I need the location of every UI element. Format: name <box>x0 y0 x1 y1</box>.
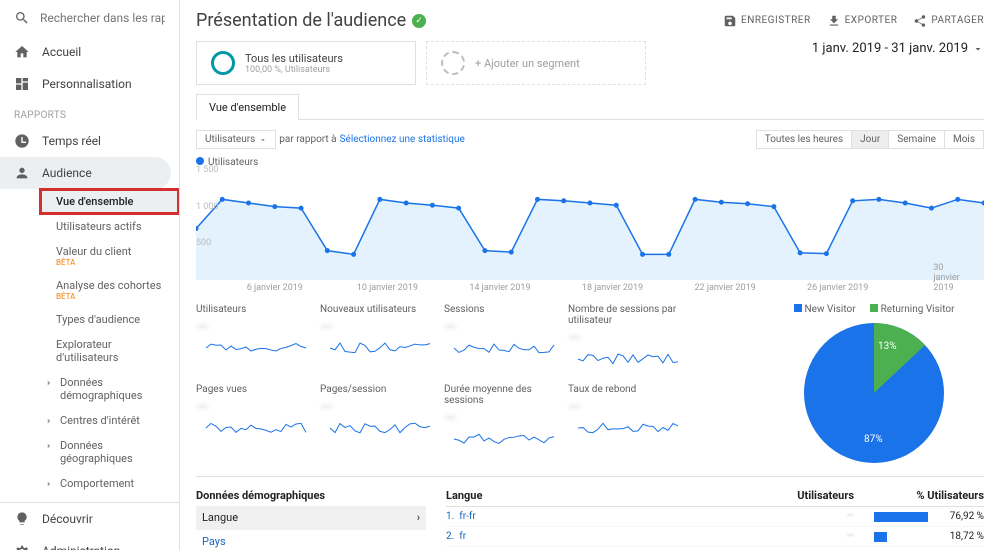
nav-home[interactable]: Accueil <box>0 36 179 68</box>
chart-controls: Utilisateurs par rapport à Sélectionnez … <box>196 130 984 149</box>
download-icon <box>827 14 841 28</box>
pie-chart: 13%87% <box>804 323 944 463</box>
gran-day[interactable]: Jour <box>851 131 888 148</box>
metric-avg_duration: Durée moyenne des sessions— <box>444 384 564 450</box>
metric-new_users: Nouveaux utilisateurs— <box>320 304 440 359</box>
segment-row: Tous les utilisateurs100,00 %, Utilisate… <box>196 41 984 85</box>
reports-caption: RAPPORTS <box>0 100 179 125</box>
demo-dimension-list: Données démographiques Langue› Pays Vill… <box>196 485 426 550</box>
legend-dot-icon <box>196 157 204 165</box>
nav-audience[interactable]: Audience <box>0 157 171 189</box>
save-icon <box>723 14 737 28</box>
compared-label: par rapport à <box>279 134 336 145</box>
segment-sub: 100,00 %, Utilisateurs <box>245 65 343 75</box>
share-button[interactable]: PARTAGER <box>913 14 984 28</box>
segment-all-users[interactable]: Tous les utilisateurs100,00 %, Utilisate… <box>196 41 416 85</box>
metric-sess_per_user: Nombre de sessions par utilisateur— <box>568 304 688 370</box>
metric-pageviews: Pages vues— <box>196 384 316 439</box>
dashboard-icon <box>14 76 30 92</box>
metric-users: Utilisateurs— <box>196 304 316 359</box>
nav-realtime[interactable]: Temps réel <box>0 125 179 157</box>
nav-realtime-label: Temps réel <box>42 134 101 148</box>
page-title: Présentation de l'audience ✓ <box>196 10 426 31</box>
caret-right-icon <box>44 378 54 388</box>
nav-audience-label: Audience <box>42 166 92 180</box>
search-icon <box>14 10 30 26</box>
metric-selector[interactable]: Utilisateurs <box>196 130 276 149</box>
sub-audience-types[interactable]: Types d'audience <box>40 307 179 332</box>
audience-sublist: Vue d'ensemble Utilisateurs actifs Valeu… <box>0 189 179 496</box>
nav-discover-label: Découvrir <box>42 512 93 526</box>
sub-interests[interactable]: Centres d'intérêt <box>40 408 179 433</box>
demographics-section: Données démographiques Langue› Pays Vill… <box>196 476 984 550</box>
metrics-row: Utilisateurs—Nouveaux utilisateurs—Sessi… <box>196 304 984 464</box>
select-stat-link[interactable]: Sélectionnez une statistique <box>340 134 465 145</box>
sub-demographics[interactable]: Données démographiques <box>40 370 179 408</box>
language-table: Langue Utilisateurs % Utilisateurs 1. fr… <box>446 485 984 550</box>
nav-admin-label: Administration <box>42 544 120 550</box>
caret-right-icon <box>44 479 54 489</box>
gran-month[interactable]: Mois <box>944 131 983 148</box>
sub-active-users[interactable]: Utilisateurs actifs <box>40 214 179 239</box>
caret-right-icon <box>44 416 54 426</box>
nav-custom[interactable]: Personnalisation <box>0 68 179 100</box>
save-button[interactable]: ENREGISTRER <box>723 14 811 28</box>
search-row <box>0 0 179 36</box>
sub-geo[interactable]: Données géographiques <box>40 433 179 471</box>
legend-square-icon <box>870 304 878 312</box>
table-header: Langue Utilisateurs % Utilisateurs <box>446 485 984 507</box>
person-icon <box>14 165 30 181</box>
segment-circle-icon <box>211 51 235 75</box>
sub-user-explorer[interactable]: Explorateur d'utilisateurs <box>40 332 179 370</box>
export-button[interactable]: EXPORTER <box>827 14 898 28</box>
nav-discover[interactable]: Découvrir <box>0 503 179 535</box>
caret-right-icon <box>44 441 54 451</box>
bottom-nav: Découvrir Administration <box>0 502 179 550</box>
sub-ltv[interactable]: Valeur du clientBÊTA <box>40 239 179 273</box>
sub-cohorts[interactable]: Analyse des cohortesBÊTA <box>40 273 179 307</box>
granularity-toggle: Toutes les heures Jour Semaine Mois <box>756 130 984 149</box>
sub-behavior[interactable]: Comportement <box>40 471 179 496</box>
table-row: 2. fr—18,72 % <box>446 527 984 547</box>
metric-sessions: Sessions— <box>444 304 564 359</box>
demo-row-langue[interactable]: Langue› <box>196 506 426 530</box>
chart-legend: Utilisateurs <box>196 157 984 168</box>
sidebar: Accueil Personnalisation RAPPORTS Temps … <box>0 0 180 550</box>
pie-column: New Visitor Returning Visitor 13%87% <box>764 304 984 464</box>
home-icon <box>14 44 30 60</box>
pie-legend: New Visitor Returning Visitor <box>764 304 984 315</box>
gran-hour[interactable]: Toutes les heures <box>757 131 851 148</box>
demo-title: Données démographiques <box>196 485 426 506</box>
chevron-down-icon <box>259 136 267 144</box>
verified-icon: ✓ <box>412 14 426 28</box>
segment-label: Tous les utilisateurs <box>245 52 343 65</box>
nav-admin[interactable]: Administration <box>0 535 179 550</box>
date-range-picker[interactable]: 1 janv. 2019 - 31 janv. 2019 <box>812 41 984 56</box>
search-input[interactable] <box>40 11 165 25</box>
tabs: Vue d'ensemble <box>196 93 984 120</box>
main-content: Présentation de l'audience ✓ ENREGISTRER… <box>180 0 1000 550</box>
sub-overview[interactable]: Vue d'ensemble <box>40 189 179 214</box>
line-chart: 5001 0001 5006 janvier 201910 janvier 20… <box>196 170 984 280</box>
share-icon <box>913 14 927 28</box>
legend-square-icon <box>794 304 802 312</box>
metric-bounce: Taux de rebond— <box>568 384 688 439</box>
tab-overview[interactable]: Vue d'ensemble <box>196 94 299 120</box>
metrics-grid: Utilisateurs—Nouveaux utilisateurs—Sessi… <box>196 304 740 464</box>
clock-icon <box>14 133 30 149</box>
gran-week[interactable]: Semaine <box>888 131 944 148</box>
gear-icon <box>14 543 30 550</box>
header-actions: ENREGISTRER EXPORTER PARTAGER <box>723 14 984 28</box>
chevron-down-icon <box>972 43 984 55</box>
add-circle-icon <box>441 51 465 75</box>
lightbulb-icon <box>14 511 30 527</box>
table-row: 1. fr-fr—76,92 % <box>446 507 984 527</box>
nav-custom-label: Personnalisation <box>42 77 132 91</box>
demo-row-pays[interactable]: Pays <box>196 530 426 550</box>
metric-pages_sess: Pages/session— <box>320 384 440 439</box>
header-row: Présentation de l'audience ✓ ENREGISTRER… <box>196 10 984 31</box>
add-segment-button[interactable]: + Ajouter un segment <box>426 41 646 85</box>
nav-home-label: Accueil <box>42 45 81 59</box>
